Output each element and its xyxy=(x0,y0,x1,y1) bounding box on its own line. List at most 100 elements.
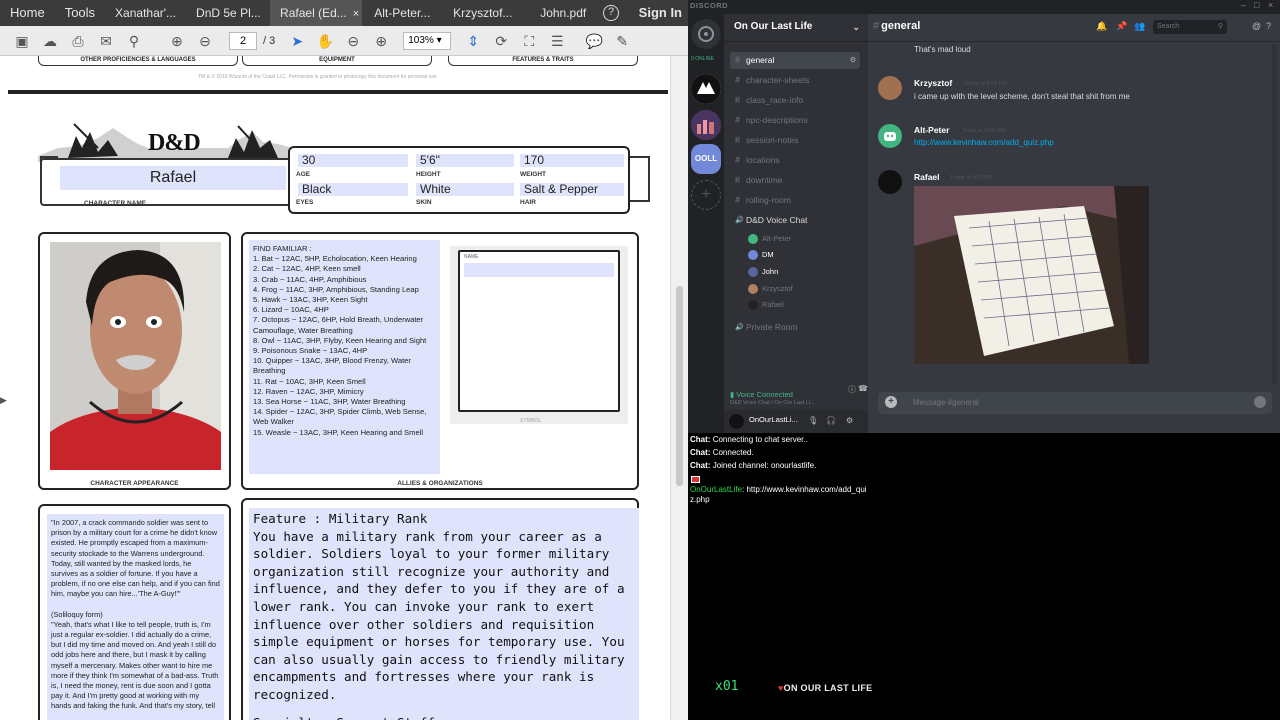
pin-icon[interactable]: 📌 xyxy=(1116,21,1127,32)
help-icon[interactable]: ? xyxy=(603,5,619,21)
familiar-line: 6. Lizard ~ 10AC, 4HP xyxy=(253,305,329,315)
disconnect-icon[interactable]: ☎ xyxy=(858,384,868,393)
page-down-icon[interactable]: ⊖ xyxy=(196,32,214,50)
eyes-field[interactable]: Black xyxy=(298,183,408,196)
user-settings-icon[interactable]: ⚙ xyxy=(846,416,853,425)
skin-field[interactable]: White xyxy=(416,183,514,196)
age-field[interactable]: 30 xyxy=(298,154,408,167)
message-link[interactable]: http://www.kevinhaw.com/add_quiz.php xyxy=(914,138,1054,147)
familiar-line: 5. Hawk ~ 13AC, 3HP, Keen Sight xyxy=(253,295,368,305)
rotate-icon[interactable]: ⟳ xyxy=(492,32,510,50)
email-icon[interactable]: ✉ xyxy=(97,32,115,50)
page-number-input[interactable]: 2 xyxy=(229,31,257,50)
backstory-field[interactable]: "In 2007, a crack commando soldier was s… xyxy=(47,514,224,720)
doc-tab-dnd5e[interactable]: DnD 5e Pl... xyxy=(186,0,270,26)
add-attachment-icon[interactable]: + xyxy=(885,396,897,408)
fullscreen-icon[interactable]: ⛶ xyxy=(520,32,538,50)
message-author[interactable]: Alt-Peter xyxy=(914,125,949,135)
select-cursor-icon[interactable]: ➤ xyxy=(288,32,306,50)
voice-channel-dnd[interactable]: D&D Voice Chat xyxy=(730,212,860,229)
channel-locations[interactable]: locations xyxy=(730,152,860,169)
avatar[interactable] xyxy=(878,170,902,194)
chat-scrollbar[interactable] xyxy=(1272,44,1277,384)
members-icon[interactable]: 👥 xyxy=(1134,21,1145,32)
search-icon[interactable]: ⚲ xyxy=(125,32,143,50)
channel-settings-icon[interactable]: ⚙ xyxy=(850,52,856,69)
message-image-attachment[interactable] xyxy=(914,186,1149,364)
channel-downtime[interactable]: downtime xyxy=(730,172,860,189)
voice-channel-private-room[interactable]: Private Room xyxy=(730,319,860,336)
doc-tab-krzysztof[interactable]: Krzysztof... xyxy=(443,0,523,26)
print-icon[interactable]: ⎙ xyxy=(69,32,87,50)
channel-class-race-info[interactable]: class_race-info xyxy=(730,92,860,109)
character-name-field[interactable]: Rafael xyxy=(60,166,286,190)
tools-tab[interactable]: Tools xyxy=(55,0,105,26)
emoji-icon[interactable] xyxy=(1254,396,1266,408)
comment-icon[interactable]: 💬 xyxy=(585,32,603,50)
home-tab[interactable]: Home xyxy=(0,0,55,26)
zoom-in-icon[interactable]: ⊕ xyxy=(372,32,390,50)
add-server-icon[interactable]: + xyxy=(691,180,721,210)
voice-user-dm[interactable]: DM xyxy=(748,248,774,262)
channel-general[interactable]: general ⚙ xyxy=(730,52,860,69)
channel-rolling-room[interactable]: rolling-room xyxy=(730,192,860,209)
doc-tab-xanathar[interactable]: Xanathar'... xyxy=(105,0,186,26)
avatar[interactable] xyxy=(878,76,902,100)
mute-icon[interactable]: 🎙 xyxy=(808,416,818,425)
stream-chat-overlay: Chat: Connecting to chat server.. Chat: … xyxy=(688,433,1280,720)
avatar[interactable] xyxy=(878,124,902,148)
server-icon-2[interactable] xyxy=(691,110,721,140)
voice-user-alt-peter[interactable]: Alt-Peter xyxy=(748,232,791,246)
pdf-scroll-thumb[interactable] xyxy=(676,286,683,486)
maximize-icon[interactable]: □ xyxy=(1254,0,1259,10)
voice-user-krzysztof[interactable]: Krzysztof xyxy=(748,282,793,296)
server-header[interactable]: On Our Last Life ⌄ xyxy=(724,14,868,42)
server-icon-1[interactable] xyxy=(691,74,721,104)
message-author[interactable]: Krzysztof xyxy=(914,78,952,88)
mention-icon[interactable]: @ xyxy=(1252,21,1261,31)
organization-name-label: NAME xyxy=(464,254,479,260)
height-field[interactable]: 5'6" xyxy=(416,154,514,167)
upload-icon[interactable]: ☁ xyxy=(41,32,59,50)
page-up-icon[interactable]: ⊕ xyxy=(168,32,186,50)
bell-icon[interactable]: 🔔 xyxy=(1096,21,1107,32)
friends-icon[interactable] xyxy=(691,19,721,49)
pen-icon[interactable]: ✎ xyxy=(613,32,631,50)
weight-field[interactable]: 170 xyxy=(520,154,624,167)
minimize-icon[interactable]: – xyxy=(1241,0,1246,10)
voice-user-rafael[interactable]: Rafael xyxy=(748,298,784,312)
zoom-value: 103% xyxy=(408,34,434,46)
pdf-scrollbar[interactable] xyxy=(670,56,688,720)
channel-session-notes[interactable]: session-notes xyxy=(730,132,860,149)
organization-name-field[interactable] xyxy=(464,263,614,277)
window-close-icon[interactable]: × xyxy=(1268,0,1273,10)
channel-npc-descriptions[interactable]: npc-descriptions xyxy=(730,112,860,129)
info-icon[interactable]: ⓘ xyxy=(848,384,856,395)
collapse-left-icon[interactable]: ▶ xyxy=(0,395,7,406)
server-icon-ooll[interactable]: OOLL xyxy=(691,144,721,174)
zoom-out-icon[interactable]: ⊖ xyxy=(344,32,362,50)
doc-tab-john[interactable]: John.pdf xyxy=(523,0,603,26)
voice-user-john[interactable]: John xyxy=(748,265,778,279)
chat-area: # general 🔔 📌 👥 Search ⚲ @ ? That's mad lo… xyxy=(868,14,1280,433)
message-author[interactable]: Rafael xyxy=(914,172,940,182)
hash-icon: # xyxy=(873,20,880,32)
feature-field[interactable]: Feature : Military Rank You have a milita… xyxy=(249,508,639,720)
help-icon[interactable]: ? xyxy=(1266,21,1271,31)
deafen-icon[interactable]: 🎧 xyxy=(826,416,836,425)
close-icon[interactable]: × xyxy=(353,8,359,20)
sign-in-button[interactable]: Sign In xyxy=(629,0,688,26)
channel-character-sheets[interactable]: character-sheets xyxy=(730,72,860,89)
zoom-select[interactable]: 103% ▾ xyxy=(403,31,452,50)
doc-tab-alt-peter[interactable]: Alt-Peter... xyxy=(362,0,442,26)
fit-page-icon[interactable]: ⇕ xyxy=(464,32,482,50)
voice-user-label: John xyxy=(762,267,779,276)
hand-tool-icon[interactable]: ✋ xyxy=(316,32,334,50)
scroll-mode-icon[interactable]: ☰ xyxy=(548,32,566,50)
hair-field[interactable]: Salt & Pepper xyxy=(520,183,624,196)
message-input[interactable]: + Message #general xyxy=(878,392,1272,414)
search-input[interactable]: Search ⚲ xyxy=(1153,20,1227,34)
find-familiar-list[interactable]: FIND FAMILIAR :1. Bat ~ 12AC, 5HP, Echol… xyxy=(249,240,440,474)
doc-tab-rafael[interactable]: Rafael (Ed... × xyxy=(270,0,363,26)
save-icon[interactable]: ▣ xyxy=(13,32,31,50)
